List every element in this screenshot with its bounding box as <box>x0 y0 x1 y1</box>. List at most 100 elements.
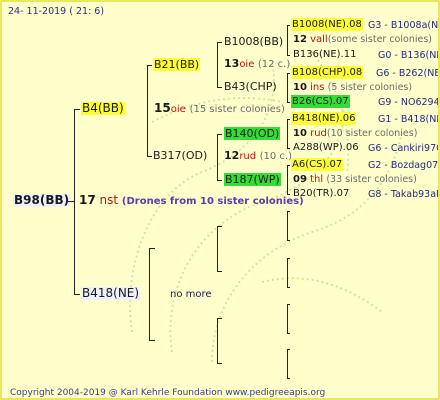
connector-line <box>287 258 288 287</box>
colony-b21[interactable]: B21(BB) <box>153 58 201 71</box>
root-tag: nst <box>99 193 119 207</box>
root-colony[interactable]: B98(BB) <box>13 194 71 207</box>
b317-generation: 12 <box>224 149 240 162</box>
connector-line <box>287 25 288 55</box>
connector-line <box>217 318 222 319</box>
row-info-thl: 09 thl (33 sister colonies) <box>293 173 417 186</box>
row-label-b20tr[interactable]: B20(TR).07 <box>293 187 349 200</box>
pedigree-chart: 24- 11-2019 ( 21: 6) B98(BB) 17 nst (Dro… <box>0 0 440 400</box>
row-code-a288wp: G6 - Cankiri97Q <box>368 143 440 154</box>
colony-b317[interactable]: B317(OD) <box>153 149 207 162</box>
connector-line <box>287 349 290 350</box>
connector-line <box>287 304 288 333</box>
row-label-b108chp[interactable]: B108(CHP).08 <box>291 66 364 79</box>
connector-line <box>149 248 155 249</box>
connector-line <box>217 226 218 271</box>
connector-line <box>287 211 288 240</box>
connector-line <box>287 211 290 212</box>
connector-line <box>287 73 288 102</box>
b317-note: (10 c.) <box>259 151 292 162</box>
connector-line <box>217 363 222 364</box>
connector-line <box>287 349 288 378</box>
row-info-ins: 10 ins (5 sister colonies) <box>293 81 412 94</box>
row-code-b1008ne: G3 - B1008a(NE) <box>368 20 440 31</box>
connector-line <box>287 287 290 288</box>
date-line: 24- 11-2019 ( 21: 6) <box>8 6 105 17</box>
row-info-rud: 10 rud(10 sister colonies) <box>293 127 417 140</box>
rud-generation: 10 <box>293 128 307 139</box>
connector-line <box>74 109 80 110</box>
row-code-b108chp: G6 - B262(NE) <box>376 68 440 79</box>
connector-line <box>287 258 290 259</box>
connector-line <box>287 25 290 26</box>
connector-line <box>287 378 290 379</box>
rud-tag: rud <box>310 128 327 139</box>
connector-line <box>149 340 155 341</box>
connector-line <box>287 148 290 149</box>
dam-no-more: no more <box>170 289 212 300</box>
vall-tag: vall <box>310 34 328 45</box>
b317-info: 12rud (10 c.) <box>224 149 292 163</box>
row-code-b136ne: G0 - B136(NE) <box>378 50 440 61</box>
thl-tag: thl <box>310 174 324 185</box>
row-label-b136ne[interactable]: B136(NE).11 <box>293 48 356 61</box>
row-label-b1008ne[interactable]: B1008(NE).08 <box>291 18 363 31</box>
connector-line <box>147 65 148 156</box>
connector-line <box>217 318 218 363</box>
connector-line <box>217 134 218 180</box>
sire-info: 15oie (15 sister colonies) <box>154 102 285 116</box>
connector-line <box>287 119 290 120</box>
vall-note: (some sister colonies) <box>327 34 432 45</box>
dam-colony[interactable]: B418(NE) <box>81 287 141 300</box>
connector-line <box>147 156 152 157</box>
sire-tag: oie <box>170 104 186 115</box>
copyright-footer: Copyright 2004-2019 @ Karl Kehrle Founda… <box>10 388 326 398</box>
root-drones-note: (Drones from 10 sister colonies) <box>121 196 304 207</box>
connector-line <box>287 102 290 103</box>
b1008-tag: oie <box>239 59 255 70</box>
connector-line <box>217 271 222 272</box>
ins-tag: ins <box>310 82 325 93</box>
row-code-b418ne: G1 - B418(NE) <box>378 114 440 125</box>
b1008-note: (12 c.) <box>257 59 291 70</box>
colony-b43[interactable]: B43(CHP) <box>224 80 277 93</box>
row-code-b26cs: G9 - NO6294R <box>378 97 440 108</box>
colony-b1008[interactable]: B1008(BB) <box>224 35 283 48</box>
connector-line <box>217 42 222 43</box>
thl-note: (33 sister colonies) <box>326 174 417 185</box>
colony-b187[interactable]: B187(WP) <box>224 173 281 186</box>
connector-line <box>287 119 288 148</box>
root-info: 17 nst (Drones from 10 sister colonies) <box>79 194 304 208</box>
row-label-b26cs[interactable]: B26(CS).07 <box>291 95 350 108</box>
row-code-a6cs: G2 - Bozdag07R <box>368 160 440 171</box>
connector-line <box>287 165 290 166</box>
connector-line <box>74 294 80 295</box>
connector-line <box>287 55 290 56</box>
ins-note: (5 sister colonies) <box>327 82 413 93</box>
vall-generation: 12 <box>293 34 307 45</box>
connector-line <box>287 240 290 241</box>
root-generation: 17 <box>79 193 96 207</box>
connector-line <box>217 134 222 135</box>
row-label-a288wp[interactable]: A288(WP).06 <box>293 141 359 154</box>
rud-note: (10 sister colonies) <box>326 128 418 139</box>
colony-b140[interactable]: B140(OD) <box>224 127 281 140</box>
ins-generation: 10 <box>293 82 307 93</box>
sire-generation: 15 <box>154 101 171 115</box>
connector-line <box>287 304 290 305</box>
connector-line <box>287 194 290 195</box>
row-label-b418ne[interactable]: B418(NE).06 <box>291 112 357 125</box>
connector-line <box>217 42 218 87</box>
row-code-b20tr: G8 - Takab93aR <box>368 189 440 200</box>
b1008-generation: 13 <box>224 57 240 70</box>
thl-generation: 09 <box>293 174 307 185</box>
connector-line <box>287 73 290 74</box>
connector-line <box>287 333 290 334</box>
sire-note: (15 sister colonies) <box>189 104 285 115</box>
b1008-info: 13oie (12 c.) <box>224 57 290 71</box>
connector-line <box>217 226 222 227</box>
b317-tag: rud <box>239 151 257 162</box>
connector-line <box>217 180 222 181</box>
sire-colony[interactable]: B4(BB) <box>81 102 125 115</box>
row-label-a6cs[interactable]: A6(CS).07 <box>291 158 344 171</box>
